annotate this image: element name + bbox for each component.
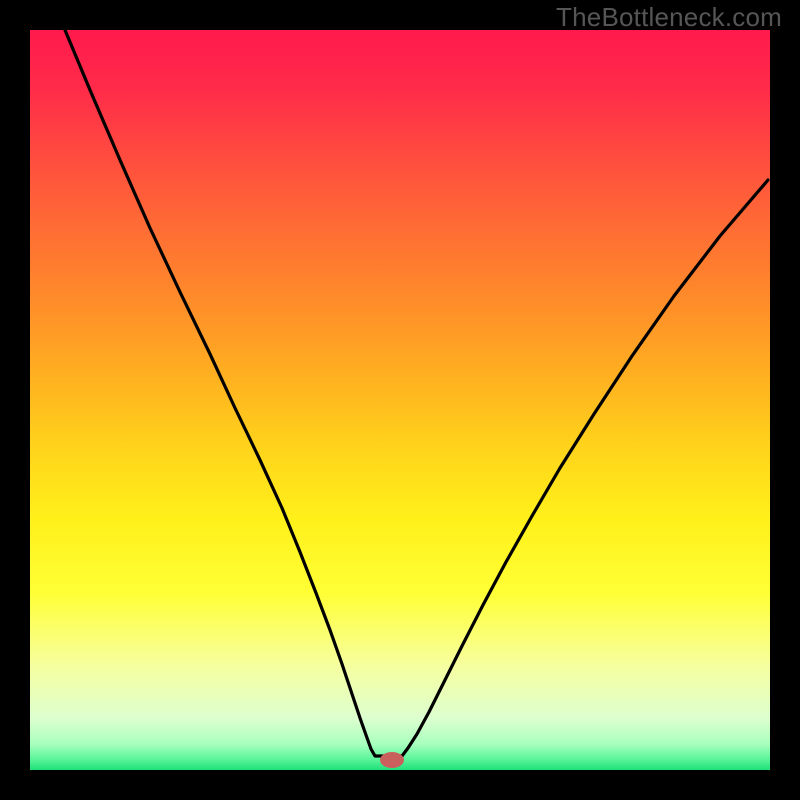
- watermark-text: TheBottleneck.com: [556, 2, 782, 33]
- bottleneck-chart: [0, 0, 800, 800]
- outer-frame: TheBottleneck.com: [0, 0, 800, 800]
- optimum-marker: [380, 752, 404, 768]
- chart-gradient-bg: [30, 30, 770, 770]
